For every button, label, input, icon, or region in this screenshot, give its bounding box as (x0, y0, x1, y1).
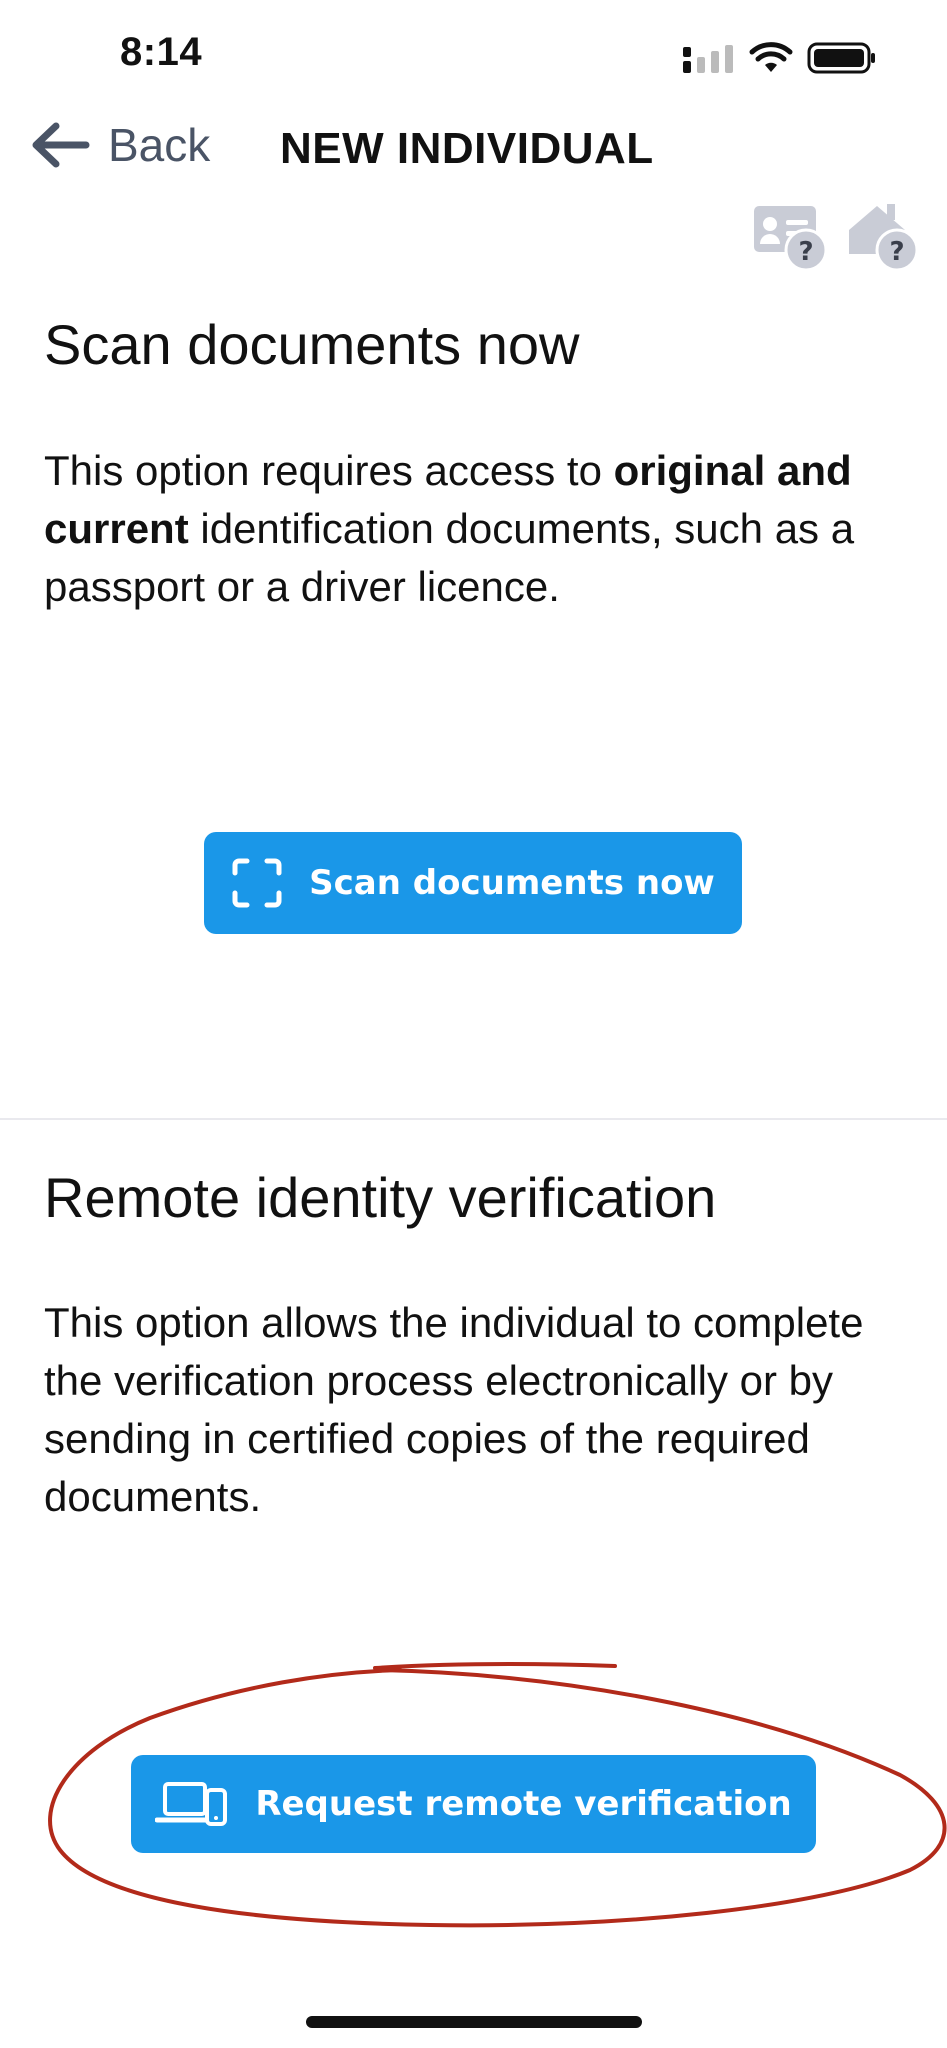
scan-frame-icon (232, 858, 282, 908)
wifi-icon (749, 42, 793, 72)
laptop-phone-icon (155, 1782, 228, 1826)
back-arrow-icon (32, 122, 90, 168)
scan-section-description: This option requires access to original … (44, 447, 855, 610)
battery-icon (807, 42, 875, 74)
status-icons (683, 38, 877, 78)
id-card-help-icon[interactable]: ? (752, 200, 834, 276)
request-remote-verification-button[interactable]: Request remote verification (131, 1755, 816, 1853)
scan-section-title: Scan documents now (44, 313, 580, 376)
cellular-signal-icon (683, 45, 733, 73)
page-title: NEW INDIVIDUAL (280, 124, 654, 173)
status-time: 8:14 (120, 30, 203, 74)
svg-text:?: ? (798, 237, 813, 267)
home-indicator (306, 2016, 642, 2028)
section-divider (0, 1118, 947, 1120)
scan-button-label: Scan documents now (309, 863, 715, 903)
svg-text:?: ? (889, 237, 904, 267)
scan-documents-button[interactable]: Scan documents now (204, 832, 742, 934)
home-help-icon[interactable]: ? (845, 200, 927, 276)
remote-section-title: Remote identity verification (44, 1166, 717, 1229)
back-button[interactable]: Back (30, 118, 210, 172)
remote-button-label: Request remote verification (255, 1784, 792, 1824)
back-label: Back (108, 119, 211, 171)
remote-section-description: This option allows the individual to com… (44, 1299, 864, 1520)
